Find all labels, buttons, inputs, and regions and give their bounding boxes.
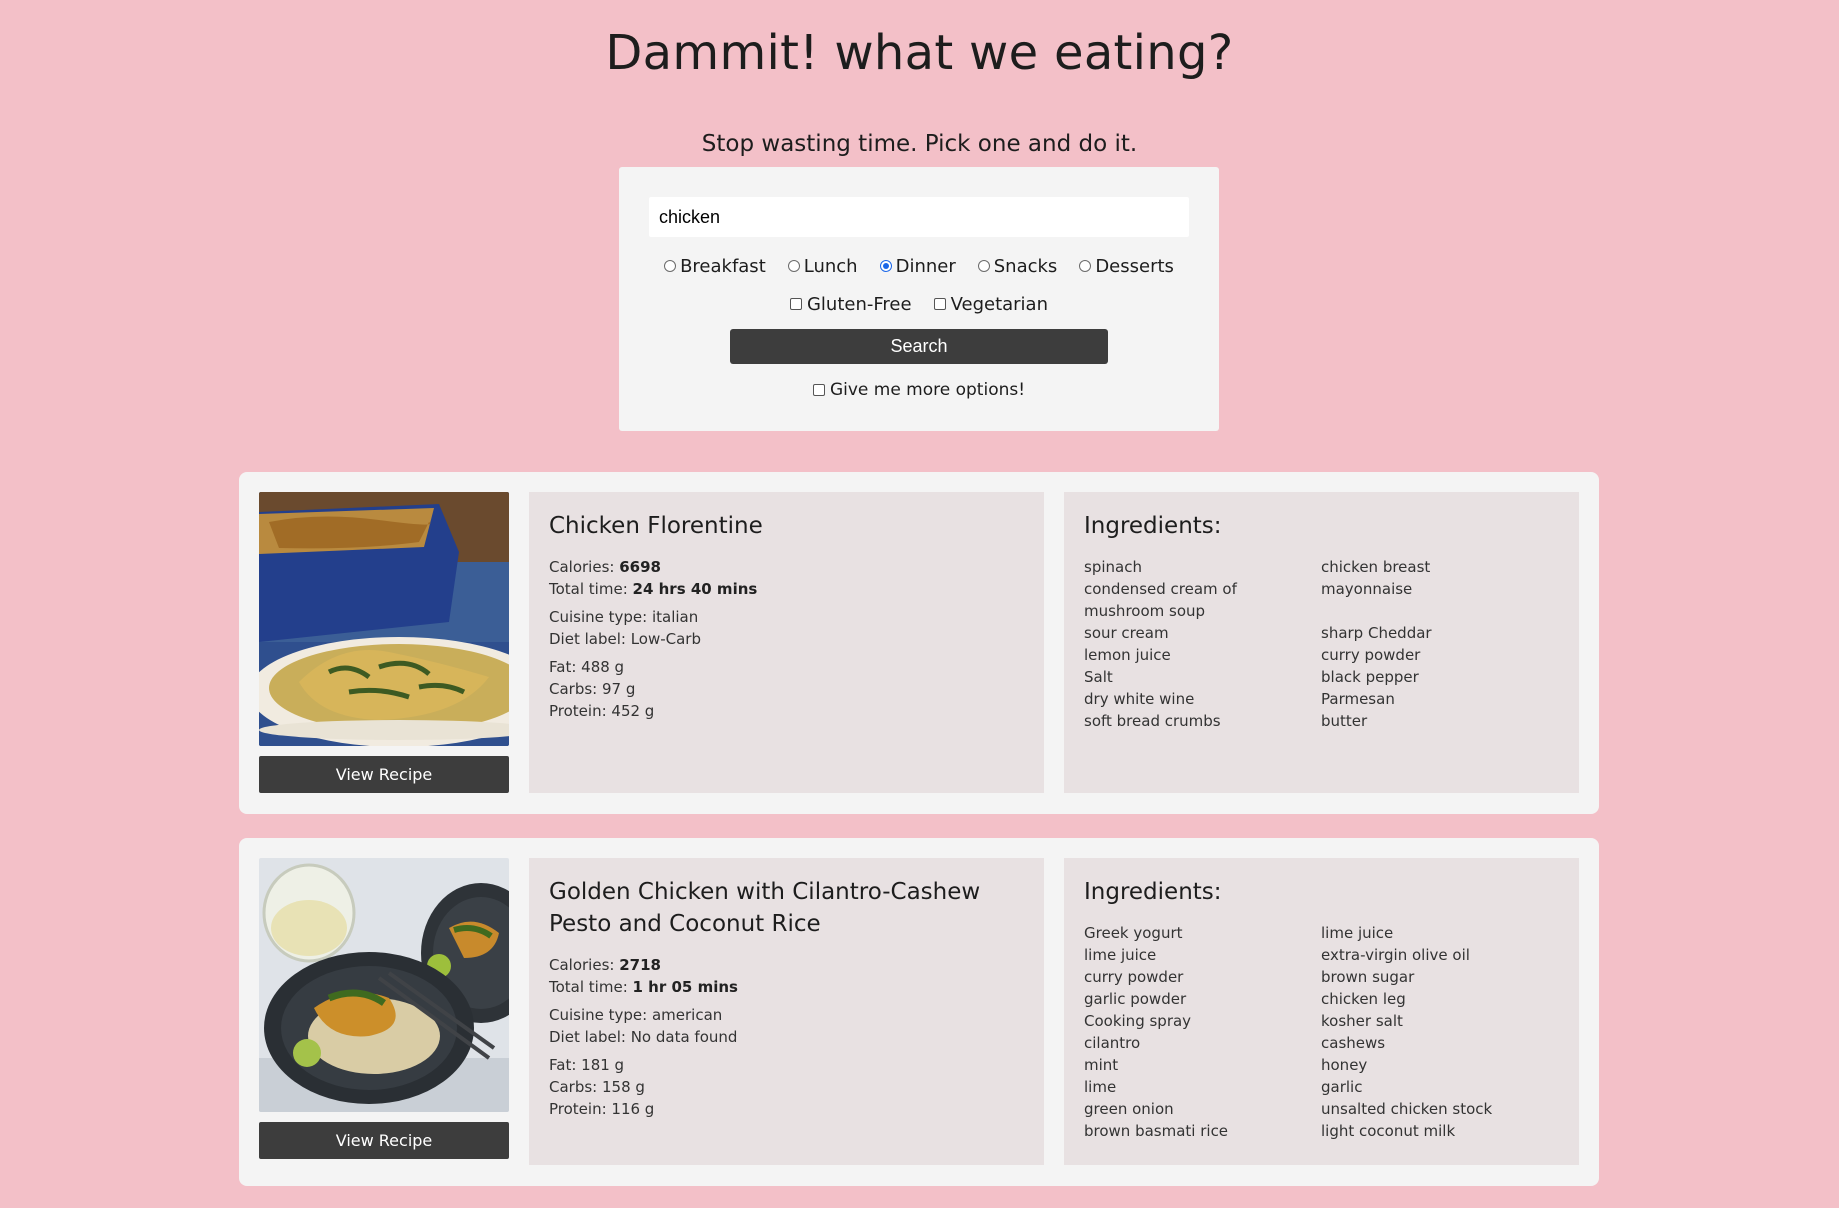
- carbs: Carbs: 158 g: [549, 1078, 645, 1096]
- recipe-info-panel: Chicken Florentine Calories: 6698 Total …: [529, 492, 1044, 793]
- meal-option-desserts[interactable]: Desserts: [1079, 256, 1174, 277]
- ingredient: green onion: [1084, 1100, 1174, 1118]
- ingredient: garlic powder: [1084, 990, 1187, 1008]
- recipe-info-panel: Golden Chicken with Cilantro-Cashew Pest…: [529, 858, 1044, 1165]
- ingredients-title: Ingredients:: [1084, 879, 1222, 905]
- meal-type-group: Breakfast Lunch Dinner Snacks Desserts: [619, 251, 1219, 281]
- ingredient: lemon juice: [1084, 646, 1171, 664]
- ingredient: garlic: [1321, 1078, 1363, 1096]
- recipe-title: Golden Chicken with Cilantro-Cashew Pest…: [549, 879, 981, 937]
- ingredient: brown sugar: [1321, 968, 1415, 986]
- ingredient: Parmesan: [1321, 690, 1395, 708]
- meal-option-snacks[interactable]: Snacks: [977, 255, 1058, 277]
- ingredient: Salt: [1084, 668, 1113, 686]
- view-recipe-button[interactable]: View Recipe: [259, 1122, 509, 1159]
- recipe-card: View Recipe Golden Chicken with Cilantro…: [239, 838, 1599, 1186]
- search-button[interactable]: Search: [730, 329, 1108, 364]
- ingredient: brown basmati rice: [1084, 1122, 1229, 1140]
- ingredients-list: Greek yogurt lime juice lime juice extra…: [1084, 922, 1559, 1142]
- diet-label: Diet label: No data found: [549, 1028, 738, 1046]
- checkbox-gluten-free[interactable]: [789, 298, 802, 310]
- tagline: Stop wasting time. Pick one and do it.: [701, 131, 1138, 157]
- calories: Calories: 2718: [549, 956, 661, 974]
- ingredient: condensed cream of mushroom soup: [1084, 580, 1237, 620]
- ingredient: curry powder: [1084, 968, 1184, 986]
- radio-desserts[interactable]: [1079, 260, 1092, 272]
- ingredient: cashews: [1321, 1034, 1386, 1052]
- radio-snacks[interactable]: [977, 260, 990, 272]
- meal-label-snacks: Snacks: [993, 255, 1058, 277]
- diet-option-gluten-free[interactable]: Gluten-Free: [789, 293, 912, 315]
- more-options-row: Give me more options!: [619, 377, 1219, 403]
- ingredient: Greek yogurt: [1084, 924, 1183, 942]
- ingredient: honey: [1321, 1056, 1368, 1074]
- cuisine-type: Cuisine type: italian: [549, 608, 699, 626]
- ingredients-panel: Ingredients: spinach chicken breast cond…: [1064, 492, 1579, 793]
- ingredients-list: spinach chicken breast condensed cream o…: [1084, 556, 1559, 732]
- fat: Fat: 488 g: [549, 658, 625, 676]
- calories: Calories: 6698: [549, 558, 661, 576]
- meal-option-lunch[interactable]: Lunch: [787, 255, 858, 277]
- total-time: Total time: 24 hrs 40 mins: [549, 580, 758, 598]
- ingredient: mayonnaise: [1321, 580, 1413, 598]
- ingredient: sour cream: [1084, 624, 1169, 642]
- ingredient: lime juice: [1321, 924, 1394, 942]
- ingredient: mint: [1084, 1056, 1119, 1074]
- ingredient: soft bread crumbs: [1084, 712, 1221, 730]
- recipe-title: Chicken Florentine: [549, 513, 763, 539]
- recipe-card: View Recipe Chicken Florentine Calories:…: [239, 472, 1599, 814]
- recipe-image: [259, 858, 509, 1112]
- ingredients-title: Ingredients:: [1084, 513, 1222, 539]
- meal-label-lunch: Lunch: [803, 255, 858, 277]
- ingredient: chicken breast: [1321, 558, 1431, 576]
- diet-label: Diet label: Low-Carb: [549, 630, 701, 648]
- ingredient: cilantro: [1084, 1034, 1141, 1052]
- ingredient: lime: [1084, 1078, 1117, 1096]
- carbs: Carbs: 97 g: [549, 680, 636, 698]
- ingredient: sharp Cheddar: [1321, 624, 1432, 642]
- more-options-toggle[interactable]: Give me more options!: [812, 380, 1026, 400]
- diet-group: Gluten-Free Vegetarian: [619, 289, 1219, 319]
- cuisine-type: Cuisine type: american: [549, 1006, 723, 1024]
- meal-label-breakfast: Breakfast: [680, 255, 766, 277]
- total-time: Total time: 1 hr 05 mins: [549, 978, 738, 996]
- meal-label-desserts: Desserts: [1095, 255, 1174, 277]
- page-title: Dammit! what we eating?: [605, 25, 1234, 81]
- diet-label-gluten-free: Gluten-Free: [806, 293, 912, 315]
- protein: Protein: 452 g: [549, 702, 655, 720]
- diet-option-vegetarian[interactable]: Vegetarian: [933, 293, 1048, 315]
- view-recipe-button[interactable]: View Recipe: [259, 756, 509, 793]
- ingredient: butter: [1321, 712, 1368, 730]
- ingredient: extra-virgin olive oil: [1321, 946, 1470, 964]
- ingredient: chicken leg: [1321, 990, 1406, 1008]
- meal-option-dinner[interactable]: Dinner: [879, 255, 956, 277]
- ingredient: lime juice: [1084, 946, 1157, 964]
- radio-lunch[interactable]: [787, 260, 800, 272]
- ingredient: black pepper: [1321, 668, 1419, 686]
- ingredient: kosher salt: [1321, 1012, 1403, 1030]
- more-options-label: Give me more options!: [829, 380, 1026, 400]
- ingredient: spinach: [1084, 558, 1142, 576]
- meal-option-breakfast[interactable]: Breakfast: [664, 256, 766, 277]
- protein: Protein: 116 g: [549, 1100, 655, 1118]
- ingredient: unsalted chicken stock: [1321, 1100, 1493, 1118]
- ingredient: Cooking spray: [1084, 1012, 1192, 1030]
- ingredient: light coconut milk: [1321, 1122, 1456, 1140]
- radio-breakfast[interactable]: [664, 260, 677, 272]
- checkbox-vegetarian[interactable]: [933, 298, 946, 310]
- meal-label-dinner: Dinner: [895, 255, 956, 277]
- checkbox-more-options[interactable]: [812, 384, 825, 396]
- radio-dinner[interactable]: [879, 260, 892, 272]
- recipe-image: [259, 492, 509, 746]
- diet-label-vegetarian: Vegetarian: [950, 293, 1048, 315]
- search-panel: Breakfast Lunch Dinner Snacks Desserts G…: [619, 167, 1219, 431]
- fat: Fat: 181 g: [549, 1056, 625, 1074]
- search-input[interactable]: [649, 197, 1189, 237]
- ingredients-panel: Ingredients: Greek yogurt lime juice lim…: [1064, 858, 1579, 1165]
- ingredient: curry powder: [1321, 646, 1421, 664]
- ingredient: dry white wine: [1084, 690, 1195, 708]
